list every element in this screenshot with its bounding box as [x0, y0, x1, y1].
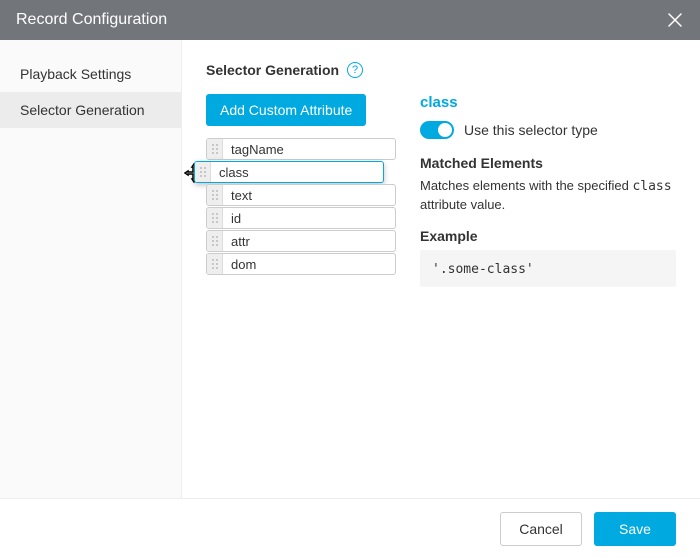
example-code-block: '.some-class'	[420, 250, 676, 287]
selector-item-label: text	[223, 188, 260, 203]
sidebar-item-label: Playback Settings	[20, 66, 131, 82]
dialog-record-configuration: Record Configuration Playback Settings S…	[0, 0, 700, 558]
sidebar-item-selector-generation[interactable]: Selector Generation	[0, 92, 181, 128]
sidebar-item-label: Selector Generation	[20, 102, 145, 118]
toggle-label: Use this selector type	[464, 122, 598, 138]
drag-handle-icon[interactable]	[207, 208, 223, 228]
selector-item-class[interactable]: class	[194, 161, 384, 183]
button-label: Add Custom Attribute	[220, 102, 352, 118]
sidebar: Playback Settings Selector Generation	[0, 40, 182, 498]
selector-item-id[interactable]: id	[206, 207, 396, 229]
drag-handle-icon[interactable]	[207, 185, 223, 205]
button-label: Cancel	[519, 521, 563, 537]
titlebar: Record Configuration	[0, 0, 700, 40]
selector-item-label: dom	[223, 257, 264, 272]
selector-column: Selector Generation ? Add Custom Attribu…	[206, 60, 396, 498]
selector-item-text[interactable]: text	[206, 184, 396, 206]
close-icon[interactable]	[666, 11, 684, 29]
drag-handle-icon[interactable]	[195, 162, 211, 182]
toggle-row: Use this selector type	[420, 121, 676, 139]
drag-handle-icon[interactable]	[207, 231, 223, 251]
help-icon[interactable]: ?	[347, 62, 363, 78]
selector-item-label: attr	[223, 234, 258, 249]
example-code: '.some-class'	[432, 262, 534, 277]
dialog-footer: Cancel Save	[0, 498, 700, 558]
selector-item-label: class	[211, 165, 257, 180]
section-title: Selector Generation	[206, 62, 339, 78]
add-custom-attribute-button[interactable]: Add Custom Attribute	[206, 94, 366, 126]
selector-item-attr[interactable]: attr	[206, 230, 396, 252]
button-label: Save	[619, 521, 651, 537]
selector-list: tagName class	[206, 138, 396, 275]
sidebar-item-playback-settings[interactable]: Playback Settings	[0, 56, 181, 92]
save-button[interactable]: Save	[594, 512, 676, 546]
selector-item-dom[interactable]: dom	[206, 253, 396, 275]
main-panel: Selector Generation ? Add Custom Attribu…	[182, 40, 700, 498]
drag-handle-icon[interactable]	[207, 139, 223, 159]
selector-item-tagname[interactable]: tagName	[206, 138, 396, 160]
use-selector-toggle[interactable]	[420, 121, 454, 139]
selector-item-label: tagName	[223, 142, 292, 157]
section-header: Selector Generation ?	[206, 60, 396, 80]
detail-panel: class Use this selector type Matched Ele…	[420, 60, 676, 498]
cancel-button[interactable]: Cancel	[500, 512, 582, 546]
dialog-title: Record Configuration	[16, 11, 167, 29]
example-heading: Example	[420, 228, 676, 244]
drag-handle-icon[interactable]	[207, 254, 223, 274]
selector-item-label: id	[223, 211, 249, 226]
matched-elements-description: Matches elements with the specified clas…	[420, 177, 676, 214]
detail-title: class	[420, 94, 676, 111]
matched-elements-heading: Matched Elements	[420, 155, 676, 171]
